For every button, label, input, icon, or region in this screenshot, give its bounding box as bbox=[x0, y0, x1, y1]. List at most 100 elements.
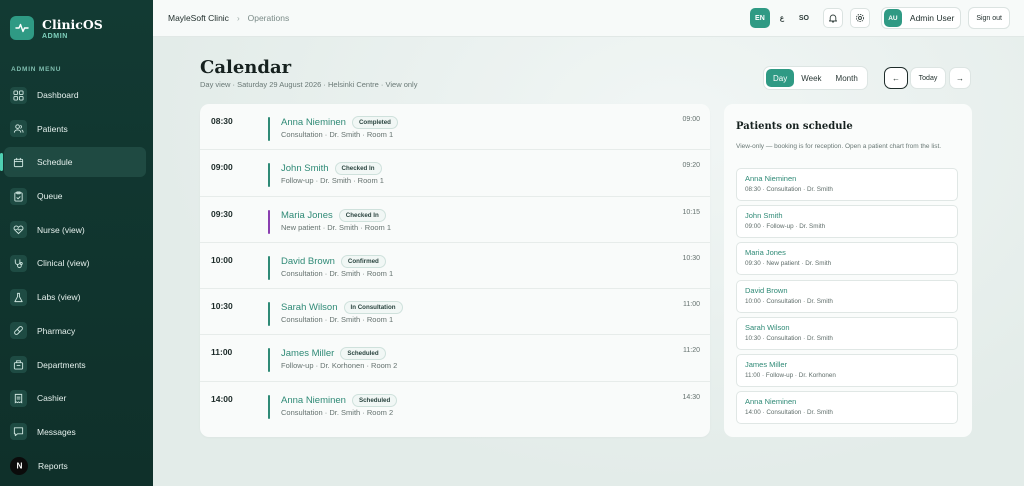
patient-card[interactable]: John Smith 09:00 · Follow-up · Dr. Smith bbox=[736, 205, 958, 239]
notifications-button[interactable] bbox=[822, 8, 843, 28]
status-badge: In Consultation bbox=[343, 301, 403, 315]
page-title: Calendar bbox=[200, 57, 292, 78]
heart-icon bbox=[10, 221, 27, 239]
clipboard-icon bbox=[10, 187, 27, 205]
building-icon bbox=[10, 356, 27, 373]
sidebar: ClinicOS ADMIN ADMIN MENU Dashboard Pati… bbox=[0, 0, 153, 486]
patient-name[interactable]: James Miller bbox=[281, 348, 334, 359]
patients-panel-subtitle: View-only — booking is for reception. Op… bbox=[736, 143, 942, 150]
appointment-color-bar bbox=[268, 394, 270, 419]
appointment-row[interactable]: 08:30 Anna Nieminen Completed Consultatio… bbox=[200, 104, 710, 151]
appointment-row[interactable]: 09:00 John Smith Checked In Follow-up · D… bbox=[200, 150, 710, 197]
calendar-icon bbox=[10, 153, 27, 171]
patient-name[interactable]: John Smith bbox=[281, 163, 329, 174]
patient-name[interactable]: Anna Nieminen bbox=[281, 395, 346, 406]
sidebar-item-schedule[interactable]: Schedule bbox=[0, 147, 146, 178]
appointment-detail: Follow-up · Dr. Korhonen · Room 2 bbox=[281, 361, 398, 371]
patient-card-name: John Smith bbox=[745, 211, 783, 221]
sidebar-item-label: Dashboard bbox=[37, 90, 79, 100]
appointment-end-time: 09:20 bbox=[682, 162, 700, 170]
sidebar-item-label: Patients bbox=[37, 123, 68, 134]
sidebar-item-patients[interactable]: Patients bbox=[4, 114, 146, 144]
lang-en-button[interactable]: EN bbox=[749, 8, 770, 28]
patient-card-name: Maria Jones bbox=[745, 248, 786, 258]
patient-card[interactable]: David Brown 10:00 · Consultation · Dr. S… bbox=[736, 279, 958, 313]
user-name: Admin User bbox=[909, 13, 955, 23]
appointment-color-bar bbox=[268, 209, 270, 234]
sidebar-item-dashboard[interactable]: Dashboard bbox=[4, 80, 146, 110]
sidebar-item-nurse[interactable]: Nurse (view) bbox=[4, 215, 146, 245]
tab-week[interactable]: Week bbox=[794, 69, 828, 87]
patients-panel-title: Patients on schedule bbox=[736, 121, 853, 132]
view-switcher: Day Week Month bbox=[763, 66, 868, 90]
breadcrumb-clinic[interactable]: MayleSoft Clinic bbox=[168, 13, 229, 23]
patient-card[interactable]: James Miller 11:00 · Follow-up · Dr. Kor… bbox=[736, 353, 958, 387]
appointment-color-bar bbox=[268, 163, 270, 188]
flask-icon bbox=[10, 288, 27, 306]
app-title: ClinicOS bbox=[42, 16, 103, 32]
patient-list: Anna Nieminen 08:30 · Consultation · Dr.… bbox=[736, 168, 958, 428]
sidebar-item-cashier[interactable]: Cashier bbox=[4, 383, 146, 413]
appointment-row[interactable]: 11:00 James Miller Scheduled Follow-up · … bbox=[200, 335, 710, 382]
appointment-row[interactable]: 10:30 Sarah Wilson In Consultation Consul… bbox=[200, 289, 710, 336]
appointment-time: 10:00 bbox=[211, 254, 233, 265]
patient-card[interactable]: Sarah Wilson 10:30 · Consultation · Dr. … bbox=[736, 316, 958, 350]
sidebar-item-messages[interactable]: Messages bbox=[4, 417, 146, 447]
settings-button[interactable] bbox=[849, 8, 870, 28]
users-icon bbox=[10, 120, 27, 138]
today-button[interactable]: Today bbox=[910, 67, 946, 89]
avatar: AU bbox=[883, 9, 902, 27]
sidebar-item-label: Clinical (view) bbox=[37, 258, 90, 269]
sign-out-button[interactable]: Sign out bbox=[968, 7, 1010, 29]
main-content: Calendar Day view · Saturday 29 August 2… bbox=[153, 37, 1024, 486]
appointment-row[interactable]: 09:30 Maria Jones Checked In New patient … bbox=[200, 197, 710, 243]
topbar: MayleSoft Clinic › Operations EN ع SO AU… bbox=[153, 0, 1024, 37]
patient-card[interactable]: Maria Jones 09:30 · New patient · Dr. Sm… bbox=[736, 242, 958, 276]
status-badge: Scheduled bbox=[340, 347, 386, 361]
appointment-patient: David Brown Confirmed bbox=[281, 254, 386, 268]
lang-ar-button[interactable]: ع bbox=[772, 8, 792, 28]
lang-so-button[interactable]: SO bbox=[794, 8, 814, 28]
patient-card-detail: 09:00 · Follow-up · Dr. Smith bbox=[745, 223, 826, 231]
appointment-row[interactable]: 14:00 Anna Nieminen Scheduled Consultatio… bbox=[200, 382, 710, 428]
appointment-row[interactable]: 10:00 David Brown Confirmed Consultation … bbox=[200, 243, 710, 290]
sidebar-item-label: Reports bbox=[38, 460, 68, 471]
user-menu[interactable]: AU Admin User bbox=[880, 7, 962, 29]
sidebar-item-label: Departments bbox=[37, 359, 86, 370]
status-badge: Confirmed bbox=[340, 254, 386, 268]
sidebar-item-pharmacy[interactable]: Pharmacy bbox=[4, 316, 146, 346]
patient-name[interactable]: Maria Jones bbox=[281, 210, 333, 221]
appointment-detail: Follow-up · Dr. Smith · Room 1 bbox=[281, 176, 384, 186]
sidebar-item-label: Nurse (view) bbox=[37, 224, 85, 235]
appointment-end-time: 09:00 bbox=[682, 116, 700, 123]
tab-day[interactable]: Day bbox=[766, 69, 795, 87]
patient-name[interactable]: Anna Nieminen bbox=[281, 117, 346, 128]
brand[interactable]: ClinicOS ADMIN bbox=[0, 0, 153, 56]
status-badge: Checked In bbox=[338, 208, 386, 222]
sidebar-item-queue[interactable]: Queue bbox=[4, 181, 146, 211]
appointment-patient: James Miller Scheduled bbox=[281, 347, 386, 361]
patient-card[interactable]: Anna Nieminen 14:00 · Consultation · Dr.… bbox=[736, 391, 958, 425]
schedule-list: 08:30 Anna Nieminen Completed Consultatio… bbox=[200, 104, 710, 437]
sidebar-item-label: Cashier bbox=[37, 393, 67, 404]
pulse-icon bbox=[10, 16, 34, 40]
patient-card[interactable]: Anna Nieminen 08:30 · Consultation · Dr.… bbox=[736, 168, 958, 201]
sidebar-item-labs[interactable]: Labs (view) bbox=[4, 282, 146, 312]
status-badge: Scheduled bbox=[351, 393, 398, 407]
tab-month[interactable]: Month bbox=[829, 69, 865, 87]
sidebar-item-clinical[interactable]: Clinical (view) bbox=[4, 248, 146, 278]
appointment-patient: Anna Nieminen Completed bbox=[281, 116, 398, 129]
sidebar-item-departments[interactable]: Departments bbox=[4, 350, 146, 380]
appointment-time: 11:00 bbox=[211, 347, 233, 358]
sidebar-item-reports[interactable]: N Reports bbox=[4, 451, 146, 481]
patient-name[interactable]: David Brown bbox=[281, 256, 335, 267]
appointment-time: 14:00 bbox=[211, 393, 233, 404]
next-day-button[interactable]: → bbox=[949, 67, 971, 89]
appointment-detail: Consultation · Dr. Smith · Room 2 bbox=[281, 407, 394, 417]
sidebar-nav: Dashboard Patients Schedule Queue Nurse … bbox=[0, 80, 146, 484]
appointment-color-bar bbox=[268, 348, 270, 373]
sidebar-item-label: Messages bbox=[37, 426, 76, 437]
previous-day-button[interactable]: ← bbox=[884, 67, 908, 89]
patient-name[interactable]: Sarah Wilson bbox=[281, 302, 338, 313]
appointment-end-time: 10:15 bbox=[682, 208, 700, 216]
